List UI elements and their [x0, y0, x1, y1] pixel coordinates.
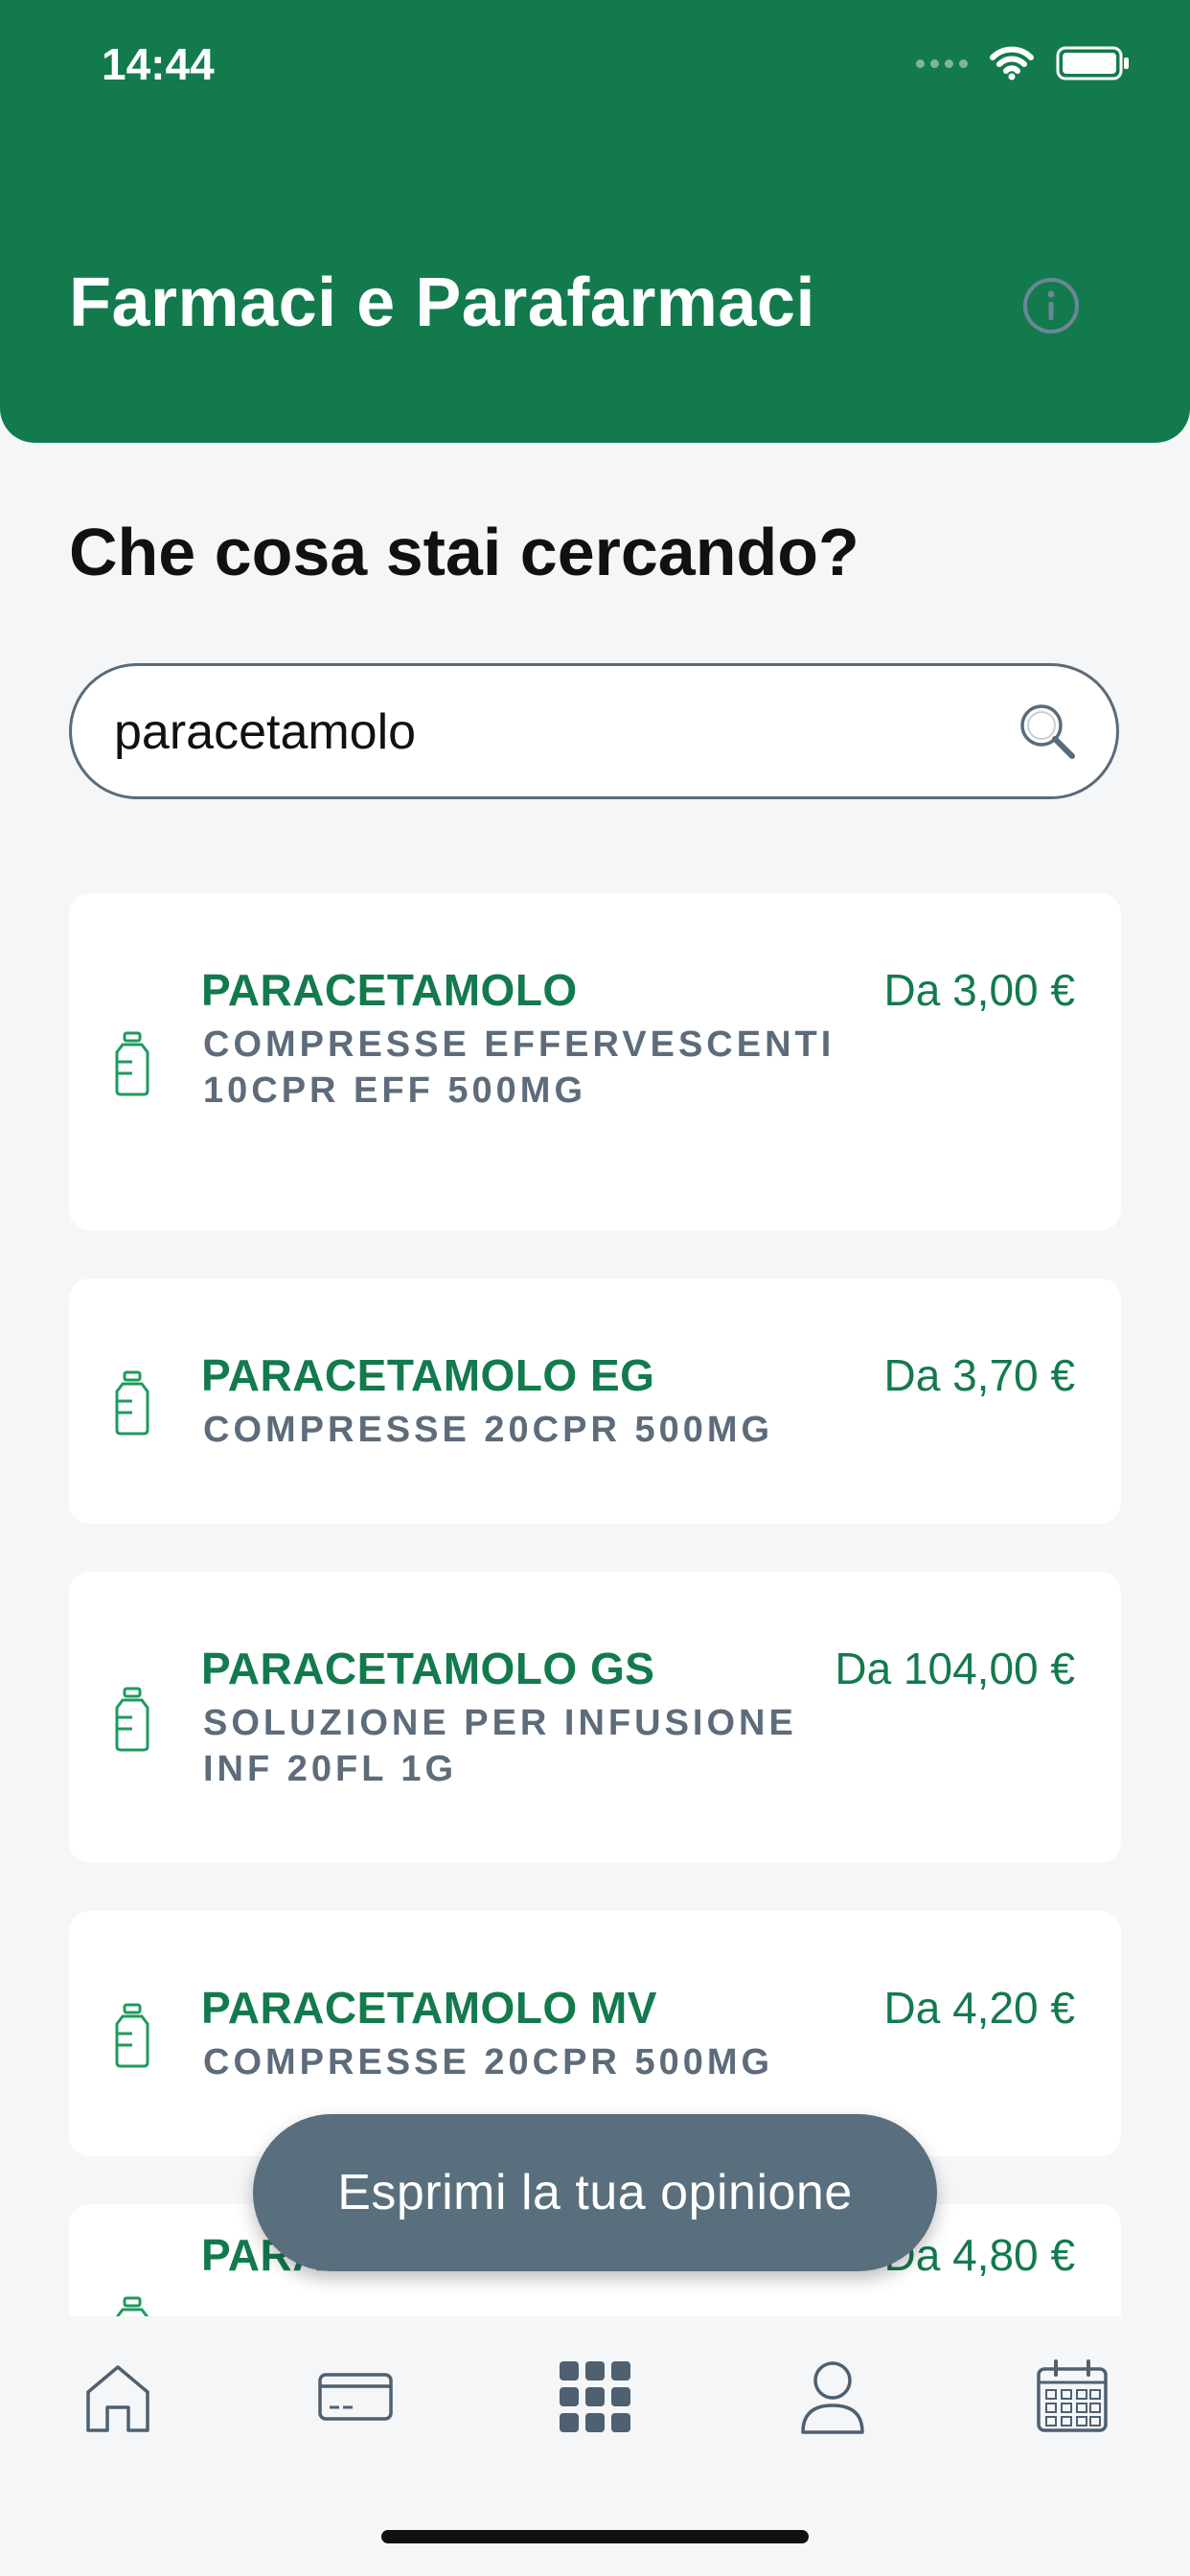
- profile-icon[interactable]: [790, 2354, 876, 2440]
- search-icon[interactable]: [1017, 701, 1078, 762]
- product-price: Da 104,00 €: [835, 1644, 1075, 1693]
- product-description: COMPRESSE 20CPR 500MG: [203, 2042, 774, 2082]
- info-icon[interactable]: [1021, 276, 1081, 335]
- status-indicators: [916, 42, 1131, 84]
- app-header: 14:44 Farmaci e Parafarmaci: [0, 0, 1190, 443]
- results-list[interactable]: PARACETAMOLO COMPRESSE EFFERVESCENTI 10C…: [69, 893, 1121, 2316]
- product-description: COMPRESSE EFFERVESCENTI 10CPR EFF 500MG: [203, 1024, 835, 1111]
- medicine-bottle-icon: [115, 2296, 149, 2316]
- medicine-bottle-icon: [115, 1031, 149, 1096]
- feedback-button[interactable]: Esprimi la tua opinione: [253, 2114, 937, 2271]
- medicine-bottle-icon: [115, 2003, 149, 2068]
- product-description: SOLUZIONE PER INFUSIONE INF 20FL 1G: [203, 1703, 797, 1789]
- product-price: Da 4,20 €: [883, 1983, 1075, 2033]
- product-price: Da 3,00 €: [883, 965, 1075, 1015]
- product-name: PARACETAMOLO GS: [201, 1644, 655, 1693]
- home-icon[interactable]: [75, 2354, 161, 2440]
- result-card[interactable]: PARACETAMOLO EG COMPRESSE 20CPR 500MG Da…: [69, 1278, 1121, 1524]
- result-card[interactable]: PARACETAMOLO COMPRESSE EFFERVESCENTI 10C…: [69, 893, 1121, 1230]
- page-title: Farmaci e Parafarmaci: [69, 264, 815, 341]
- product-name: PARACETAMOLO MV: [201, 1983, 657, 2033]
- product-name: PARACETAMOLO EG: [201, 1350, 655, 1400]
- card-icon[interactable]: [312, 2354, 399, 2440]
- medicine-bottle-icon: [115, 1687, 149, 1752]
- product-price: Da 3,70 €: [883, 1350, 1075, 1400]
- search-box[interactable]: [69, 663, 1119, 799]
- result-card[interactable]: PARACETAMOLO GS SOLUZIONE PER INFUSIONE …: [69, 1572, 1121, 1863]
- battery-icon: [1056, 46, 1129, 80]
- cellular-signal-icon: [916, 58, 968, 68]
- search-input[interactable]: [112, 666, 978, 798]
- medicine-bottle-icon: [115, 1370, 149, 1436]
- grid-icon[interactable]: [552, 2354, 638, 2440]
- product-name: PARACETAMOLO: [201, 965, 578, 1015]
- search-heading: Che cosa stai cercando?: [69, 515, 859, 589]
- status-time: 14:44: [102, 39, 215, 89]
- calendar-icon[interactable]: [1029, 2354, 1115, 2440]
- product-description: COMPRESSE 20CPR 500MG: [203, 1410, 774, 1450]
- wifi-icon: [990, 46, 1034, 80]
- home-indicator[interactable]: [381, 2530, 809, 2543]
